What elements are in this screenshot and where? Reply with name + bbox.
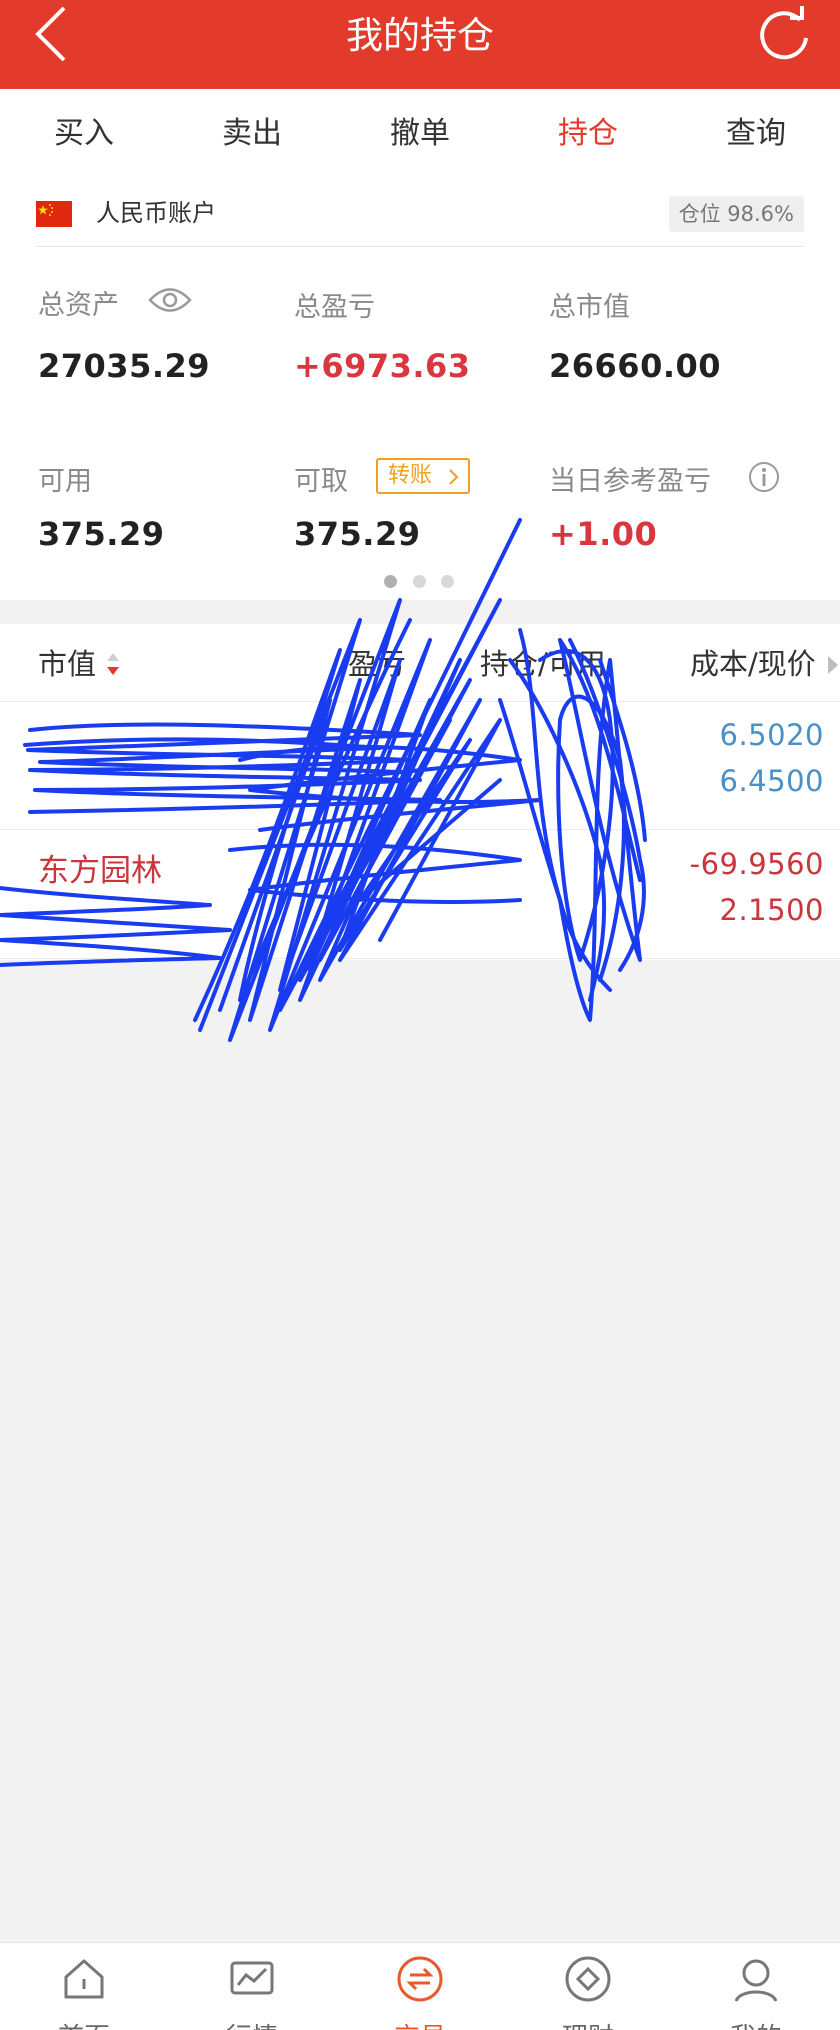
total-pnl-label: 总盈亏 [294, 292, 375, 323]
info-icon[interactable] [748, 461, 780, 493]
finance-icon [565, 1956, 611, 2002]
home-icon [64, 1959, 104, 1999]
header-bar: 我的持仓 [0, 0, 840, 89]
nav-mine[interactable]: 我的 [672, 1943, 840, 2030]
chart-icon [230, 1961, 274, 1995]
column-cost-price[interactable]: 成本/现价 [690, 624, 816, 704]
nav-trade[interactable]: 交易 [336, 1943, 504, 2030]
stock-name: 东方园林 [38, 853, 162, 889]
market-value-value: 26660.00 [549, 347, 722, 385]
scroll-right-icon[interactable] [826, 654, 840, 676]
table-row[interactable]: 6.5020 6.4500 [0, 702, 840, 830]
nav-home[interactable]: 首页 [0, 1943, 168, 2030]
column-pnl[interactable]: 盈亏 [348, 624, 406, 704]
trade-tabs: 买入 卖出 撤单 持仓 查询 [0, 89, 840, 179]
nav-market[interactable]: 行情 [168, 1943, 336, 2030]
available-value: 375.29 [38, 515, 165, 553]
eye-icon[interactable] [148, 285, 192, 315]
total-assets-value: 27035.29 [38, 347, 211, 385]
nav-label: 理财 [504, 2017, 672, 2030]
page-indicator [384, 575, 464, 589]
tab-buy[interactable]: 买入 [24, 89, 144, 179]
account-summary-card: 人民币账户 仓位 98.6% 总资产 27035.29 总盈亏 +6973.63… [0, 179, 840, 600]
nav-label: 我的 [672, 2017, 840, 2030]
nav-label: 首页 [0, 2017, 168, 2030]
account-row[interactable]: 人民币账户 仓位 98.6% [36, 179, 804, 247]
position-ratio-badge: 仓位 98.6% [668, 196, 804, 232]
china-flag-icon [36, 201, 72, 227]
refresh-button[interactable] [754, 4, 814, 64]
list-header: 市值 盈亏 持仓/可用 成本/现价 [0, 624, 840, 702]
withdrawable-value: 375.29 [294, 515, 421, 553]
positions-list: 市值 盈亏 持仓/可用 成本/现价 6.5020 6.4500 东方园林 -69… [0, 624, 840, 960]
page-dot [413, 575, 426, 588]
page-dot-active [384, 575, 397, 588]
price-value: 2.1500 [719, 893, 824, 927]
total-pnl-value: +6973.63 [294, 347, 471, 385]
cost-value: 6.5020 [719, 718, 824, 752]
chevron-right-icon [449, 469, 459, 485]
page-title: 我的持仓 [346, 14, 494, 57]
nav-label: 交易 [336, 2017, 504, 2030]
market-value-label: 总市值 [549, 292, 630, 323]
nav-finance[interactable]: 理财 [504, 1943, 672, 2030]
trade-icon [397, 1956, 443, 2002]
column-market-value[interactable]: 市值 [38, 624, 96, 704]
cost-value: -69.9560 [689, 847, 824, 881]
table-row[interactable]: 东方园林 -69.9560 2.1500 [0, 831, 840, 959]
available-label: 可用 [38, 466, 92, 497]
bottom-nav: 首页 行情 交易 理财 我的 [0, 1942, 840, 2030]
sort-icon[interactable] [106, 651, 120, 677]
total-assets-label: 总资产 [38, 290, 119, 321]
tab-positions[interactable]: 持仓 [528, 89, 648, 179]
price-value: 6.4500 [719, 764, 824, 798]
refresh-icon [760, 6, 808, 60]
withdrawable-label: 可取 [294, 466, 348, 497]
account-name: 人民币账户 [96, 199, 216, 227]
transfer-button[interactable]: 转账 [376, 458, 470, 494]
page-dot [441, 575, 454, 588]
tab-cancel-order[interactable]: 撤单 [360, 89, 480, 179]
daily-pnl-label: 当日参考盈亏 [549, 466, 711, 497]
tab-query[interactable]: 查询 [696, 89, 816, 179]
tab-sell[interactable]: 卖出 [192, 89, 312, 179]
daily-pnl-value: +1.00 [549, 515, 658, 553]
nav-label: 行情 [168, 2017, 336, 2030]
user-icon [734, 1959, 778, 2002]
column-holding-available[interactable]: 持仓/可用 [480, 624, 606, 704]
transfer-label: 转账 [388, 463, 433, 488]
